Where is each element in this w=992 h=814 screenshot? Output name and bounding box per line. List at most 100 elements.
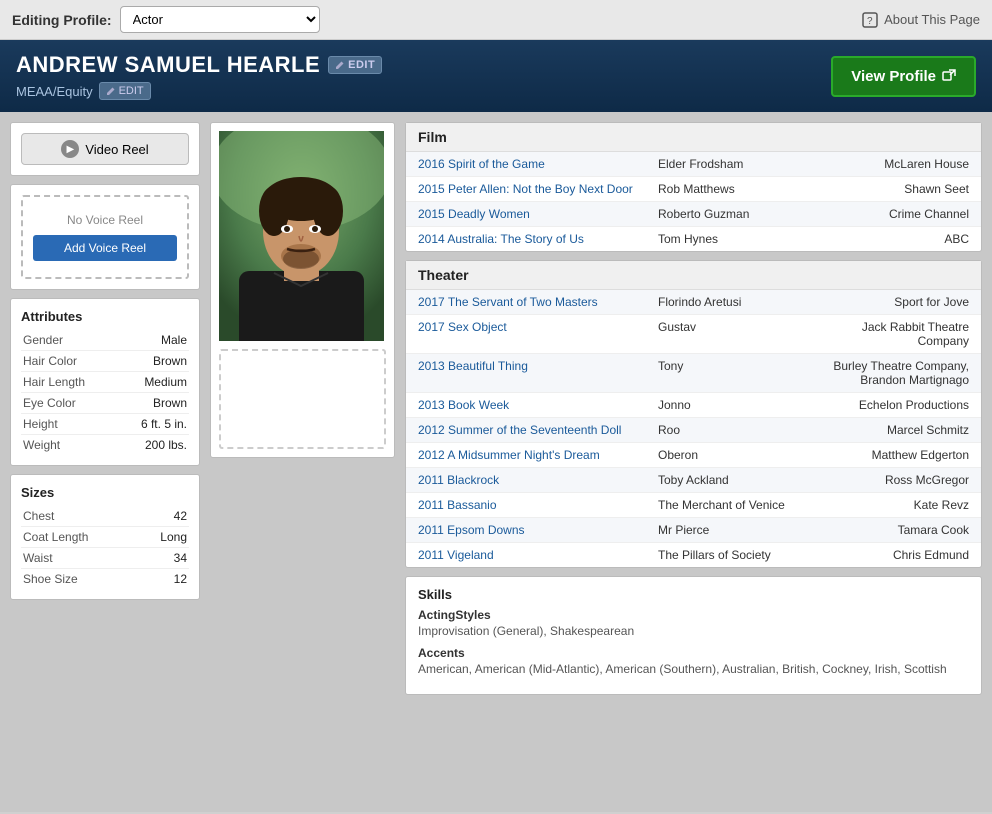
- skills-box: Skills ActingStyles Improvisation (Gener…: [405, 576, 982, 695]
- size-row: Coat LengthLong: [21, 527, 189, 548]
- size-label: Coat Length: [21, 527, 137, 548]
- attribute-label: Hair Color: [21, 351, 117, 372]
- attribute-row: Weight200 lbs.: [21, 435, 189, 456]
- credit-title: 2013 Book Week: [418, 398, 658, 412]
- credit-role: Florindo Aretusi: [658, 295, 814, 309]
- credit-row: 2011 Vigeland The Pillars of Society Chr…: [406, 543, 981, 567]
- credit-title: 2011 Vigeland: [418, 548, 658, 562]
- size-value: 42: [137, 506, 189, 527]
- attribute-value: Brown: [117, 351, 189, 372]
- view-profile-button[interactable]: View Profile: [831, 56, 976, 97]
- credit-production: Ross McGregor: [814, 473, 970, 487]
- credit-row: 2015 Peter Allen: Not the Boy Next Door …: [406, 177, 981, 202]
- credit-title: 2011 Bassanio: [418, 498, 658, 512]
- credit-title: 2014 Australia: The Story of Us: [418, 232, 658, 246]
- attribute-row: GenderMale: [21, 330, 189, 351]
- credit-title: 2016 Spirit of the Game: [418, 157, 658, 171]
- credit-role: Roberto Guzman: [658, 207, 814, 221]
- name-edit-badge[interactable]: EDIT: [328, 56, 382, 74]
- size-row: Chest42: [21, 506, 189, 527]
- video-reel-button[interactable]: ▶ Video Reel: [21, 133, 189, 165]
- credit-role: The Pillars of Society: [658, 548, 814, 562]
- top-bar-left: Editing Profile: Actor Director Producer…: [12, 6, 320, 33]
- credit-title: 2012 A Midsummer Night's Dream: [418, 448, 658, 462]
- credit-row: 2017 The Servant of Two Masters Florindo…: [406, 290, 981, 315]
- credit-row: 2011 Blackrock Toby Ackland Ross McGrego…: [406, 468, 981, 493]
- add-voice-reel-button[interactable]: Add Voice Reel: [33, 235, 177, 261]
- size-value: 34: [137, 548, 189, 569]
- credit-production: McLaren House: [814, 157, 970, 171]
- size-value: 12: [137, 569, 189, 590]
- left-panel: ▶ Video Reel No Voice Reel Add Voice Ree…: [10, 122, 200, 802]
- skills-title: Skills: [418, 587, 969, 602]
- credit-row: 2012 A Midsummer Night's Dream Oberon Ma…: [406, 443, 981, 468]
- actor-photo-svg: [219, 131, 384, 341]
- pencil-icon: [335, 60, 345, 70]
- skill-group-title: Accents: [418, 646, 969, 660]
- editing-profile-label: Editing Profile:: [12, 12, 112, 28]
- profile-header-left: ANDREW SAMUEL HEARLE EDIT MEAA/Equity ED…: [16, 52, 382, 100]
- credit-role: Oberon: [658, 448, 814, 462]
- sizes-table: Chest42Coat LengthLongWaist34Shoe Size12: [21, 506, 189, 589]
- skill-group-content: American, American (Mid-Atlantic), Ameri…: [418, 662, 969, 676]
- credit-title: 2017 The Servant of Two Masters: [418, 295, 658, 309]
- union-edit-badge[interactable]: EDIT: [99, 82, 151, 100]
- size-value: Long: [137, 527, 189, 548]
- credit-production: Marcel Schmitz: [814, 423, 970, 437]
- attribute-row: Eye ColorBrown: [21, 393, 189, 414]
- attribute-value: Medium: [117, 372, 189, 393]
- credit-production: Chris Edmund: [814, 548, 970, 562]
- credit-row: 2013 Beautiful Thing Tony Burley Theatre…: [406, 354, 981, 393]
- attributes-table: GenderMaleHair ColorBrownHair LengthMedi…: [21, 330, 189, 455]
- photo-box: [210, 122, 395, 458]
- additional-photo-area: [219, 349, 386, 449]
- skills-groups: ActingStyles Improvisation (General), Sh…: [418, 608, 969, 676]
- credit-title: 2015 Deadly Women: [418, 207, 658, 221]
- profile-type-select[interactable]: Actor Director Producer Writer: [120, 6, 320, 33]
- theater-credits-box: Theater 2017 The Servant of Two Masters …: [405, 260, 982, 568]
- video-reel-box: ▶ Video Reel: [10, 122, 200, 176]
- credit-row: 2015 Deadly Women Roberto Guzman Crime C…: [406, 202, 981, 227]
- credit-role: Gustav: [658, 320, 814, 334]
- voice-reel-box: No Voice Reel Add Voice Reel: [10, 184, 200, 290]
- no-voice-label: No Voice Reel: [33, 213, 177, 227]
- voice-reel-dashed-box: No Voice Reel Add Voice Reel: [21, 195, 189, 279]
- credit-production: Tamara Cook: [814, 523, 970, 537]
- credit-row: 2013 Book Week Jonno Echelon Productions: [406, 393, 981, 418]
- attribute-label: Gender: [21, 330, 117, 351]
- film-credits-box: Film 2016 Spirit of the Game Elder Frods…: [405, 122, 982, 252]
- about-page-link[interactable]: ? About This Page: [862, 12, 980, 28]
- attributes-title: Attributes: [21, 309, 189, 324]
- credit-production: Kate Revz: [814, 498, 970, 512]
- skill-group: Accents American, American (Mid-Atlantic…: [418, 646, 969, 676]
- credit-production: Crime Channel: [814, 207, 970, 221]
- credit-production: Echelon Productions: [814, 398, 970, 412]
- credit-row: 2012 Summer of the Seventeenth Doll Roo …: [406, 418, 981, 443]
- credit-role: The Merchant of Venice: [658, 498, 814, 512]
- external-link-icon: [942, 69, 956, 83]
- credit-row: 2017 Sex Object Gustav Jack Rabbit Theat…: [406, 315, 981, 354]
- film-credits-rows: 2016 Spirit of the Game Elder Frodsham M…: [406, 152, 981, 251]
- size-label: Waist: [21, 548, 137, 569]
- skill-group-title: ActingStyles: [418, 608, 969, 622]
- credit-production: Matthew Edgerton: [814, 448, 970, 462]
- credit-role: Jonno: [658, 398, 814, 412]
- play-icon: ▶: [61, 140, 79, 158]
- credit-role: Toby Ackland: [658, 473, 814, 487]
- main-content: ▶ Video Reel No Voice Reel Add Voice Ree…: [0, 112, 992, 812]
- size-label: Chest: [21, 506, 137, 527]
- credit-title: 2015 Peter Allen: Not the Boy Next Door: [418, 182, 658, 196]
- profile-header: ANDREW SAMUEL HEARLE EDIT MEAA/Equity ED…: [0, 40, 992, 112]
- skill-group: ActingStyles Improvisation (General), Sh…: [418, 608, 969, 638]
- attribute-value: 200 lbs.: [117, 435, 189, 456]
- size-row: Shoe Size12: [21, 569, 189, 590]
- credit-production: ABC: [814, 232, 970, 246]
- size-label: Shoe Size: [21, 569, 137, 590]
- attribute-row: Height6 ft. 5 in.: [21, 414, 189, 435]
- credit-role: Tom Hynes: [658, 232, 814, 246]
- skill-group-content: Improvisation (General), Shakespearean: [418, 624, 969, 638]
- credit-production: Jack Rabbit Theatre Company: [814, 320, 970, 348]
- credit-role: Elder Frodsham: [658, 157, 814, 171]
- sizes-title: Sizes: [21, 485, 189, 500]
- credit-title: 2012 Summer of the Seventeenth Doll: [418, 423, 658, 437]
